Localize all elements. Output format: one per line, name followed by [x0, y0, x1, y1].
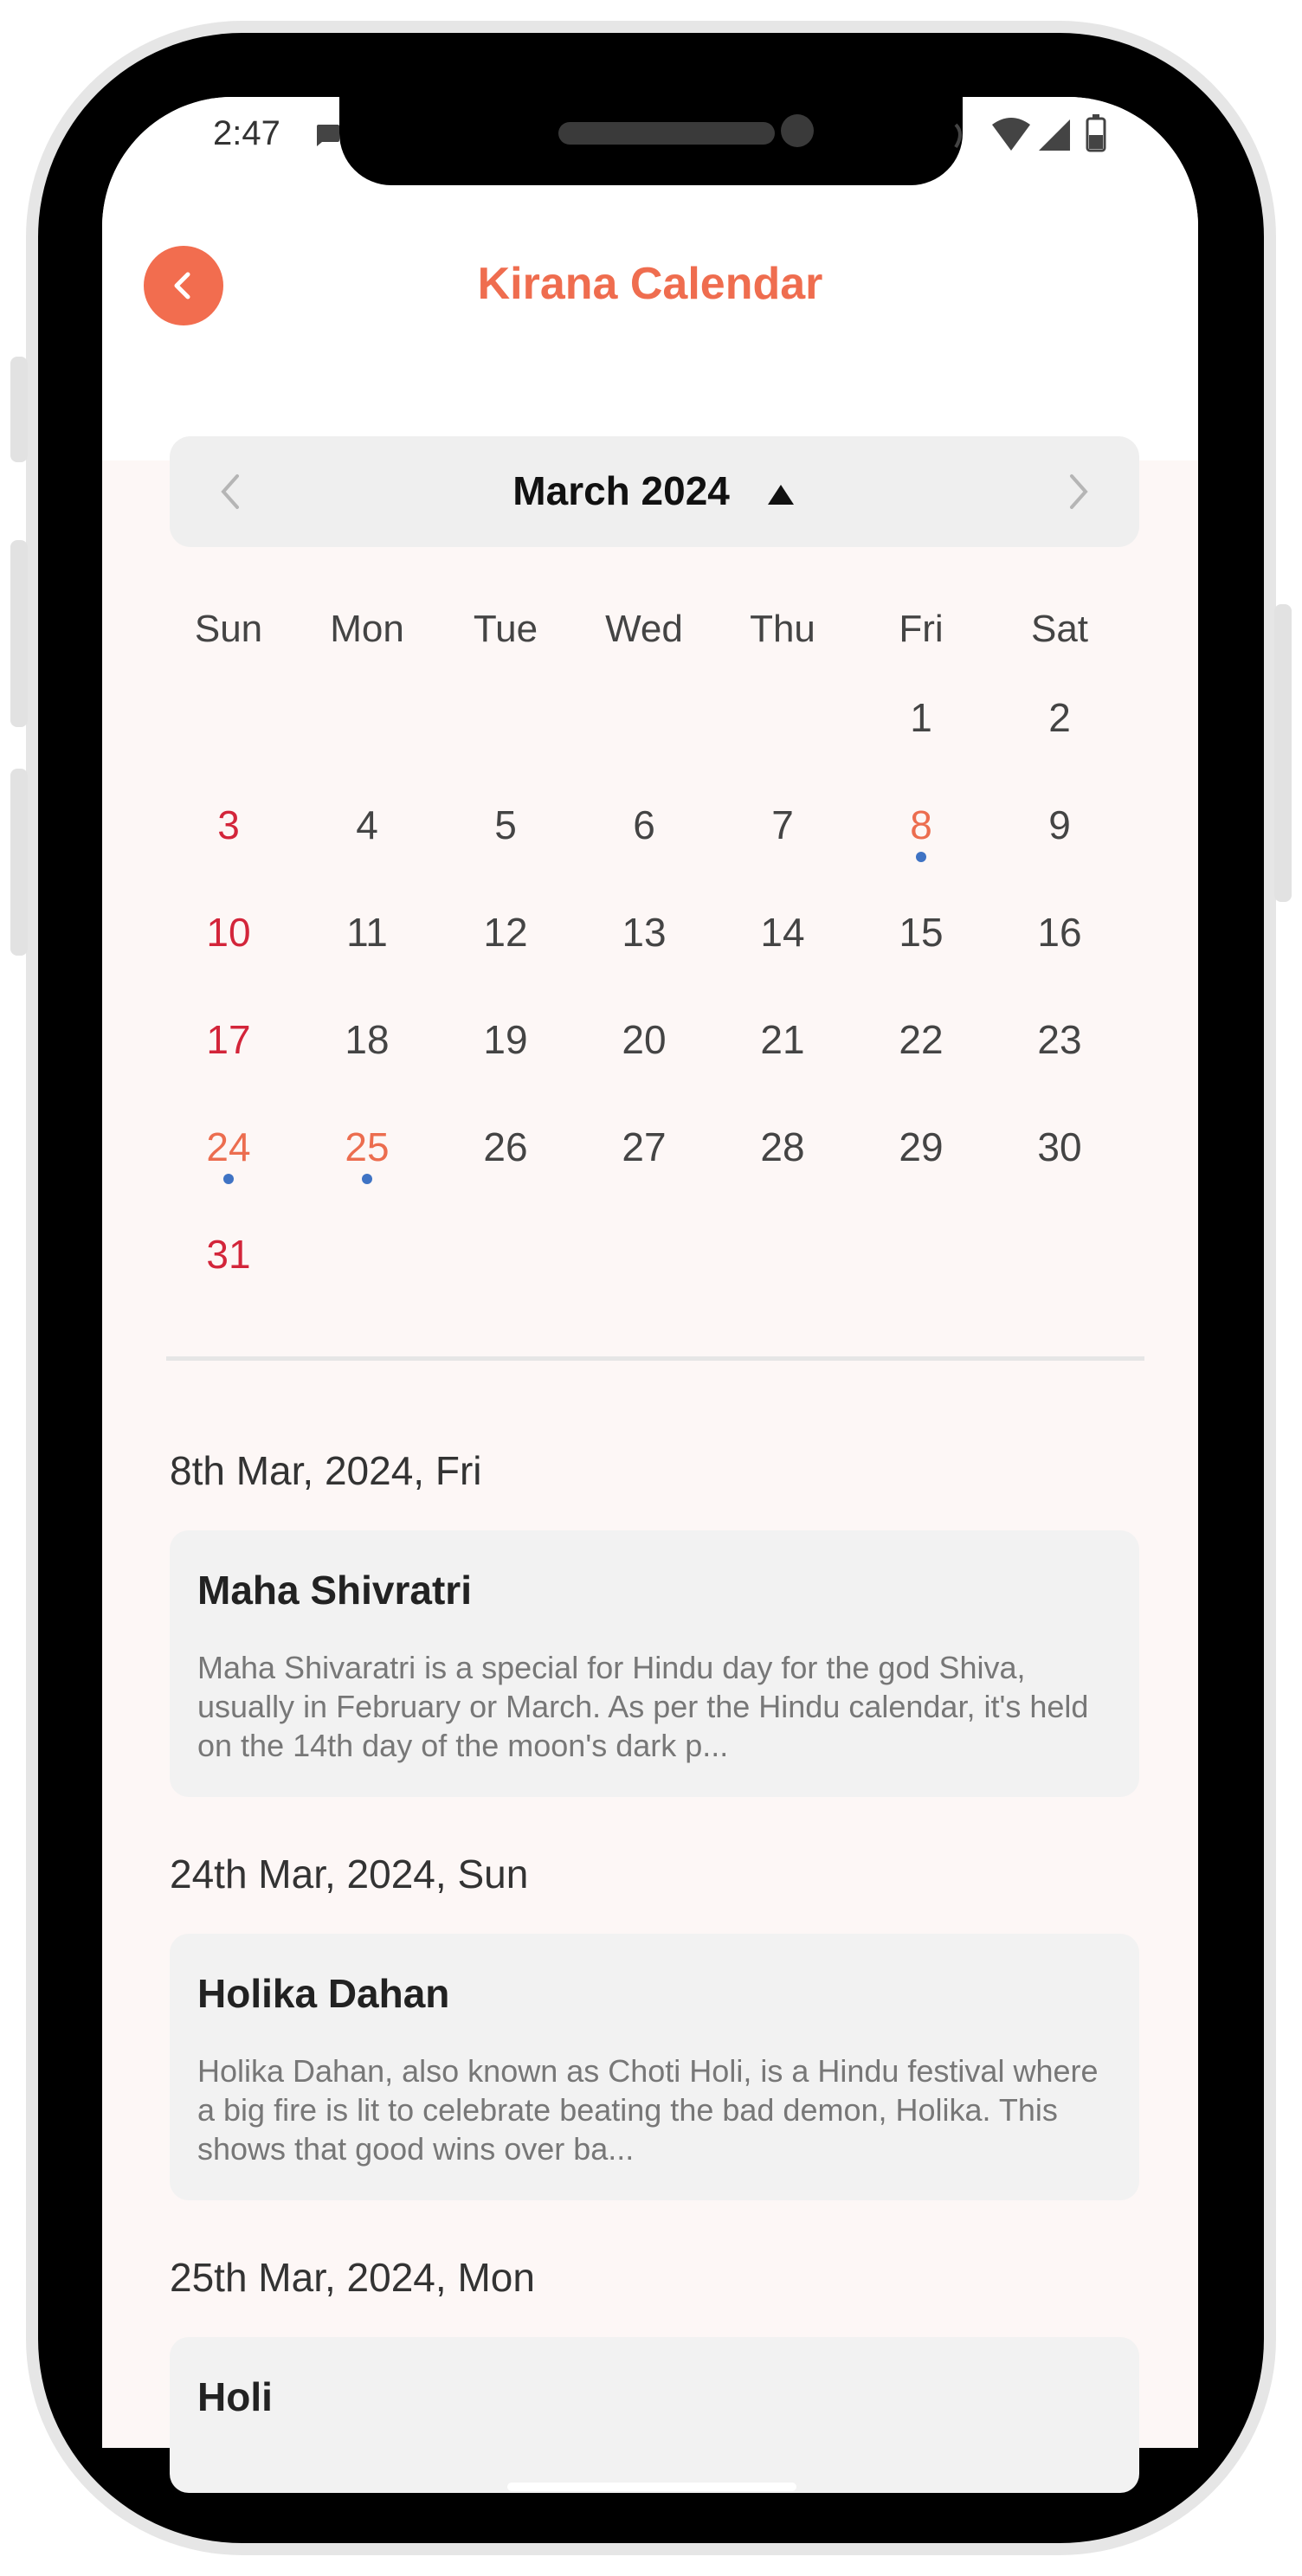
front-camera: [781, 114, 814, 147]
signal-icon: [1039, 119, 1070, 151]
calendar-day[interactable]: 11: [298, 909, 436, 956]
calendar-day[interactable]: 20: [575, 1016, 713, 1063]
event-title: Holi: [197, 2374, 273, 2419]
event-date: 24th Mar, 2024, Sun: [170, 1852, 529, 1897]
calendar-day[interactable]: 19: [436, 1016, 575, 1063]
speaker: [558, 122, 775, 145]
calendar-day[interactable]: 2: [990, 694, 1129, 741]
calendar-day[interactable]: 1: [852, 694, 990, 741]
event-date: 25th Mar, 2024, Mon: [170, 2255, 535, 2300]
calendar-day[interactable]: 18: [298, 1016, 436, 1063]
power-button: [1274, 604, 1292, 902]
calendar-day[interactable]: 16: [990, 909, 1129, 956]
event-description: Holika Dahan, also known as Choti Holi, …: [197, 2053, 1099, 2167]
calendar-day[interactable]: 28: [713, 1124, 852, 1170]
calendar-day[interactable]: 17: [159, 1016, 298, 1063]
screen-content: Kirana Calendar March 2024 Sun Mon Tue W…: [102, 97, 1198, 2493]
calendar-day-event[interactable]: 25: [298, 1124, 436, 1170]
event-card[interactable]: Maha Shivratri Maha Shivaratri is a spec…: [170, 1530, 1139, 1797]
calendar-day[interactable]: 9: [990, 802, 1129, 848]
wifi-icon: [992, 118, 1030, 151]
calendar-day-event[interactable]: 24: [159, 1124, 298, 1170]
calendar-day[interactable]: 22: [852, 1016, 990, 1063]
calendar-day[interactable]: 10: [159, 909, 298, 956]
event-description: Maha Shivaratri is a special for Hindu d…: [197, 1650, 1089, 1763]
weekday-sun: Sun: [194, 608, 263, 650]
calendar-day[interactable]: 15: [852, 909, 990, 956]
calendar-day[interactable]: 3: [159, 802, 298, 848]
event-card[interactable]: Holi: [170, 2337, 1139, 2493]
weekday-thu: Thu: [750, 608, 815, 650]
event-title: Holika Dahan: [197, 1971, 450, 2016]
page-title: Kirana Calendar: [477, 259, 823, 309]
volume-up-button: [10, 540, 28, 727]
month-selector: March 2024: [170, 436, 1139, 547]
event-title: Maha Shivratri: [197, 1568, 472, 1613]
month-title[interactable]: March 2024: [170, 467, 1139, 514]
calendar-day[interactable]: 6: [575, 802, 713, 848]
triangle-up-icon: [767, 484, 794, 505]
divider: [166, 1356, 1144, 1361]
calendar-day[interactable]: 27: [575, 1124, 713, 1170]
month-label: March 2024: [512, 468, 730, 513]
weekday-tue: Tue: [473, 608, 538, 650]
calendar-day[interactable]: 30: [990, 1124, 1129, 1170]
calendar-day[interactable]: 31: [159, 1231, 298, 1278]
weekday-mon: Mon: [330, 608, 404, 650]
side-button: [10, 357, 28, 462]
next-month-icon[interactable]: [1061, 471, 1096, 512]
event-card[interactable]: Holika Dahan Holika Dahan, also known as…: [170, 1934, 1139, 2200]
weekday-sat: Sat: [1030, 608, 1089, 650]
calendar-day[interactable]: 7: [713, 802, 852, 848]
calendar-day[interactable]: 23: [990, 1016, 1129, 1063]
calendar-day[interactable]: 26: [436, 1124, 575, 1170]
event-dot: [916, 852, 926, 862]
volume-down-button: [10, 769, 28, 956]
event-dot: [362, 1174, 372, 1184]
battery-icon: [1086, 114, 1106, 152]
event-date: 8th Mar, 2024, Fri: [170, 1448, 482, 1493]
weekday-fri: Fri: [899, 608, 944, 650]
calendar-day[interactable]: 5: [436, 802, 575, 848]
weekday-wed: Wed: [605, 608, 683, 650]
calendar-day[interactable]: 14: [713, 909, 852, 956]
home-indicator[interactable]: [507, 2483, 796, 2491]
calendar-day[interactable]: 4: [298, 802, 436, 848]
message-icon: [317, 125, 339, 146]
calendar-day[interactable]: 12: [436, 909, 575, 956]
calendar-day[interactable]: 29: [852, 1124, 990, 1170]
calendar-day-event[interactable]: 8: [852, 802, 990, 848]
alarm-icon: [954, 123, 962, 149]
calendar-day[interactable]: 13: [575, 909, 713, 956]
event-dot: [223, 1174, 234, 1184]
calendar-day[interactable]: 21: [713, 1016, 852, 1063]
